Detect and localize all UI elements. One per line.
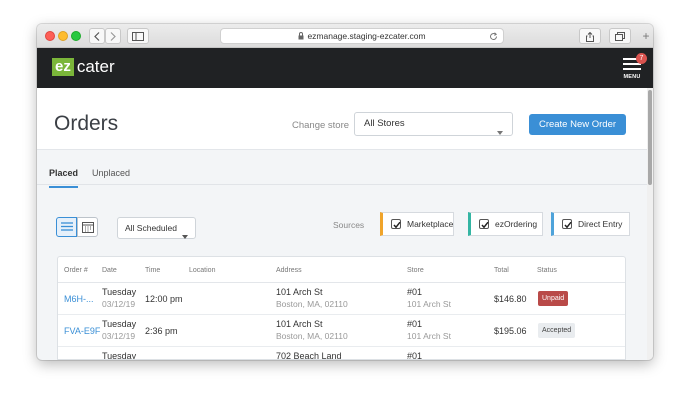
sources-label: Sources xyxy=(333,220,365,230)
order-day: Tuesday xyxy=(102,287,137,297)
order-number-link[interactable]: M6H-... xyxy=(64,294,94,304)
close-window-button[interactable] xyxy=(45,31,55,41)
logo-cater: cater xyxy=(76,57,115,76)
order-tabs: Placed Unplaced xyxy=(37,151,647,188)
app-header: ez cater MENU 7 xyxy=(37,48,653,88)
column-header-order[interactable]: Order # xyxy=(64,267,88,274)
store-number: #01 xyxy=(407,287,423,297)
schedule-filter-select[interactable]: All Scheduled xyxy=(117,217,196,239)
order-time: 2:36 pm xyxy=(145,326,178,336)
chevron-left-icon xyxy=(94,32,100,41)
address-line2: Boston, MA, 02110 xyxy=(276,331,348,341)
status-badge: Unpaid xyxy=(538,291,569,306)
order-total: $146.80 xyxy=(494,294,527,304)
calendar-view-button[interactable] xyxy=(77,217,98,237)
order-date: 03/12/19 xyxy=(102,331,136,341)
orders-table: Order # Date Time Location Address Store… xyxy=(57,256,626,360)
share-icon xyxy=(586,32,594,42)
order-day: Tuesday xyxy=(102,351,137,360)
forward-button[interactable] xyxy=(105,28,121,44)
sidebar-toggle-button[interactable] xyxy=(127,28,149,44)
menu-button[interactable]: MENU 7 xyxy=(621,53,647,84)
sidebar-icon xyxy=(132,32,144,41)
browser-window: ezmanage.staging-ezcater.com + ez cater … xyxy=(37,24,653,360)
status-badge: Accepted xyxy=(538,323,576,338)
back-button[interactable] xyxy=(89,28,105,44)
store-number: #01 xyxy=(407,319,423,329)
column-header-status[interactable]: Status xyxy=(537,267,557,274)
source-label: ezOrdering xyxy=(495,219,538,229)
column-header-address[interactable]: Address xyxy=(276,267,302,274)
column-header-date[interactable]: Date xyxy=(102,267,117,274)
store-select[interactable]: All Stores xyxy=(354,112,513,136)
page-scrollbar[interactable] xyxy=(647,88,653,360)
tabs-overview-button[interactable] xyxy=(609,28,631,44)
order-total: $195.06 xyxy=(494,326,527,336)
checkbox-checked-icon[interactable] xyxy=(391,219,401,229)
ezcater-logo[interactable]: ez cater xyxy=(52,58,115,76)
tab-placed[interactable]: Placed xyxy=(49,168,79,188)
store-address: 101 Arch St xyxy=(407,331,451,341)
logo-ez: ez xyxy=(52,58,74,76)
create-new-order-button[interactable]: Create New Order xyxy=(529,114,626,135)
address-line1: 101 Arch St xyxy=(276,319,323,329)
chevron-right-icon xyxy=(110,32,116,41)
table-row[interactable]: Tuesday 702 Beach Land #01 xyxy=(58,347,625,360)
page-header: Orders Change store All Stores Create Ne… xyxy=(37,88,647,150)
table-row[interactable]: M6H-... Tuesday 03/12/19 12:00 pm 101 Ar… xyxy=(58,283,625,315)
order-day: Tuesday xyxy=(102,319,137,329)
calendar-icon xyxy=(81,222,94,233)
address-bar[interactable]: ezmanage.staging-ezcater.com xyxy=(220,28,504,44)
order-time: 12:00 pm xyxy=(145,294,183,304)
list-icon xyxy=(60,222,73,231)
scrollbar-thumb[interactable] xyxy=(648,90,652,185)
menu-label: MENU xyxy=(623,74,641,80)
source-label: Marketplace xyxy=(407,219,454,229)
change-store-label: Change store xyxy=(292,120,350,131)
source-marketplace-toggle[interactable]: Marketplace xyxy=(380,212,454,236)
checkbox-checked-icon[interactable] xyxy=(562,219,572,229)
list-view-button[interactable] xyxy=(56,217,77,237)
column-header-time[interactable]: Time xyxy=(145,267,160,274)
order-date: 03/12/19 xyxy=(102,299,136,309)
schedule-filter-value: All Scheduled xyxy=(125,223,177,233)
column-header-total[interactable]: Total xyxy=(494,267,509,274)
store-number: #01 xyxy=(407,351,423,360)
page-title: Orders xyxy=(54,112,119,135)
source-label: Direct Entry xyxy=(578,219,623,229)
source-ezordering-toggle[interactable]: ezOrdering xyxy=(468,212,543,236)
minimize-window-button[interactable] xyxy=(58,31,68,41)
new-tab-button[interactable]: + xyxy=(639,28,653,44)
share-button[interactable] xyxy=(579,28,601,44)
tab-unplaced[interactable]: Unplaced xyxy=(92,168,130,178)
table-row[interactable]: FVA-E9F Tuesday 03/12/19 2:36 pm 101 Arc… xyxy=(58,315,625,347)
column-header-location[interactable]: Location xyxy=(189,267,215,274)
order-number-link[interactable]: FVA-E9F xyxy=(64,326,100,336)
browser-toolbar: ezmanage.staging-ezcater.com + xyxy=(37,24,653,48)
reload-icon[interactable] xyxy=(489,31,498,45)
url-text: ezmanage.staging-ezcater.com xyxy=(307,31,426,41)
address-line2: Boston, MA, 02110 xyxy=(276,299,348,309)
address-line1: 702 Beach Land xyxy=(276,351,342,360)
lock-icon xyxy=(298,30,304,44)
source-direct-entry-toggle[interactable]: Direct Entry xyxy=(551,212,630,236)
caret-down-icon xyxy=(497,122,503,144)
view-toggle xyxy=(56,217,98,237)
notification-badge: 7 xyxy=(636,53,647,64)
address-line1: 101 Arch St xyxy=(276,287,323,297)
checkbox-checked-icon[interactable] xyxy=(479,219,489,229)
tabs-icon xyxy=(615,32,625,41)
column-header-store[interactable]: Store xyxy=(407,267,424,274)
caret-down-icon xyxy=(182,226,188,246)
store-select-value: All Stores xyxy=(364,118,405,129)
zoom-window-button[interactable] xyxy=(71,31,81,41)
store-address: 101 Arch St xyxy=(407,299,451,309)
